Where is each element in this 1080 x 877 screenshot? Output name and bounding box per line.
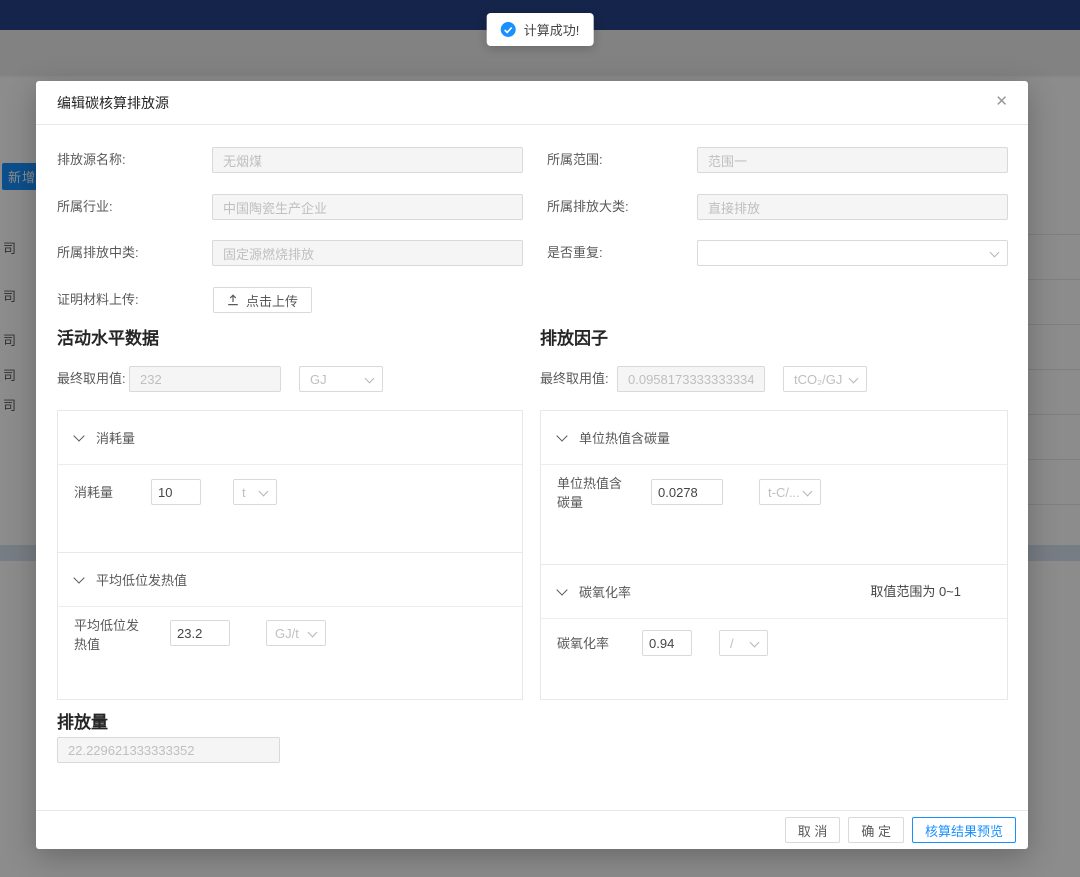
chevron-down-icon	[803, 487, 813, 497]
toast-message: 计算成功!	[524, 20, 580, 39]
chevron-down-icon	[556, 430, 567, 441]
close-icon[interactable]: ✕	[995, 94, 1008, 110]
heating-value-panel-header[interactable]: 平均低位发热值	[58, 553, 522, 607]
chevron-down-icon	[259, 487, 269, 497]
carbon-content-input[interactable]	[651, 479, 723, 505]
is-duplicate-label: 是否重复:	[547, 240, 603, 266]
factor-final-unit-value: tCO₂/GJ	[794, 372, 842, 387]
oxidation-rate-input[interactable]	[642, 630, 692, 656]
preview-result-button[interactable]: 核算结果预览	[912, 817, 1016, 843]
heating-value-unit-select[interactable]: GJ/t	[266, 620, 326, 646]
consumption-unit-value: t	[242, 485, 246, 500]
chevron-down-icon	[308, 628, 318, 638]
factor-final-unit-select: tCO₂/GJ	[783, 366, 867, 392]
factor-final-label: 最终取用值:	[540, 366, 609, 392]
consumption-panel-title: 消耗量	[96, 428, 135, 447]
consumption-input[interactable]	[151, 479, 201, 505]
chevron-down-icon	[990, 248, 1000, 258]
factor-section-title: 排放因子	[540, 324, 608, 349]
chevron-down-icon	[849, 374, 859, 384]
consumption-panel: 消耗量 消耗量 t	[57, 410, 523, 553]
upload-icon	[227, 294, 239, 306]
chevron-down-icon	[73, 572, 84, 583]
oxidation-rate-panel-header[interactable]: 碳氧化率 取值范围为 0~1	[541, 565, 1007, 619]
oxidation-rate-unit-value: /	[730, 636, 734, 651]
emission-mid-label: 所属排放中类:	[57, 240, 139, 266]
oxidation-rate-unit-select[interactable]: /	[719, 630, 768, 656]
emission-mid-input	[212, 240, 523, 266]
chevron-down-icon	[365, 374, 375, 384]
carbon-content-panel-header[interactable]: 单位热值含碳量	[541, 411, 1007, 465]
activity-section-title: 活动水平数据	[57, 324, 159, 349]
factor-final-input	[617, 366, 765, 392]
activity-final-input	[129, 366, 281, 392]
carbon-content-unit-select[interactable]: t-C/...	[759, 479, 821, 505]
dialog-title: 编辑碳核算排放源	[57, 81, 169, 125]
carbon-content-panel: 单位热值含碳量 单位热值含碳量 t-C/...	[540, 410, 1008, 565]
heating-value-unit-value: GJ/t	[275, 626, 299, 641]
heating-value-panel-title: 平均低位发热值	[96, 570, 187, 589]
dialog-header: 编辑碳核算排放源 ✕	[36, 81, 1028, 125]
emission-amount-input	[57, 737, 280, 763]
chevron-down-icon	[556, 584, 567, 595]
activity-final-unit-value: GJ	[310, 372, 327, 387]
scope-label: 所属范围:	[547, 147, 603, 173]
source-name-label: 排放源名称:	[57, 147, 126, 173]
oxidation-rate-panel: 碳氧化率 取值范围为 0~1 碳氧化率 /	[540, 564, 1008, 700]
heating-value-input[interactable]	[170, 620, 230, 646]
heating-value-field-label: 平均低位发热值	[74, 616, 146, 654]
oxidation-rate-hint: 取值范围为 0~1	[870, 565, 961, 619]
consumption-unit-select[interactable]: t	[233, 479, 277, 505]
carbon-content-unit-value: t-C/...	[768, 485, 800, 500]
success-check-icon	[501, 22, 516, 37]
emission-major-label: 所属排放大类:	[547, 194, 629, 220]
source-name-input	[212, 147, 523, 173]
carbon-content-panel-title: 单位热值含碳量	[579, 428, 670, 447]
chevron-down-icon	[750, 638, 760, 648]
oxidation-rate-field-label: 碳氧化率	[557, 634, 609, 653]
screen: 新增排放源 司 司 司 司 司 计算成功! 编辑碳核算排放源 ✕ 排放源名	[0, 0, 1080, 877]
carbon-content-field-label: 单位热值含碳量	[557, 474, 629, 512]
is-duplicate-select[interactable]	[697, 240, 1008, 266]
heating-value-panel: 平均低位发热值 平均低位发热值 GJ/t	[57, 552, 523, 700]
upload-button-label: 点击上传	[246, 291, 298, 310]
industry-input	[212, 194, 523, 220]
toast-success: 计算成功!	[487, 13, 594, 46]
chevron-down-icon	[73, 430, 84, 441]
confirm-button[interactable]: 确 定	[848, 817, 904, 843]
dialog-footer: 取 消 确 定 核算结果预览	[36, 810, 1028, 849]
emission-major-input	[697, 194, 1008, 220]
oxidation-rate-panel-title: 碳氧化率	[579, 582, 631, 601]
industry-label: 所属行业:	[57, 194, 113, 220]
emission-section-title: 排放量	[57, 708, 108, 733]
scope-input	[697, 147, 1008, 173]
cancel-button[interactable]: 取 消	[785, 817, 841, 843]
activity-final-label: 最终取用值:	[57, 366, 126, 392]
consumption-field-label: 消耗量	[74, 483, 113, 502]
upload-button[interactable]: 点击上传	[213, 287, 312, 313]
consumption-panel-header[interactable]: 消耗量	[58, 411, 522, 465]
upload-label: 证明材料上传:	[57, 287, 139, 313]
edit-emission-source-dialog: 编辑碳核算排放源 ✕ 排放源名称: 所属范围: 所属行业: 所属排放大类: 所属…	[36, 81, 1028, 849]
activity-final-unit-select: GJ	[299, 366, 383, 392]
